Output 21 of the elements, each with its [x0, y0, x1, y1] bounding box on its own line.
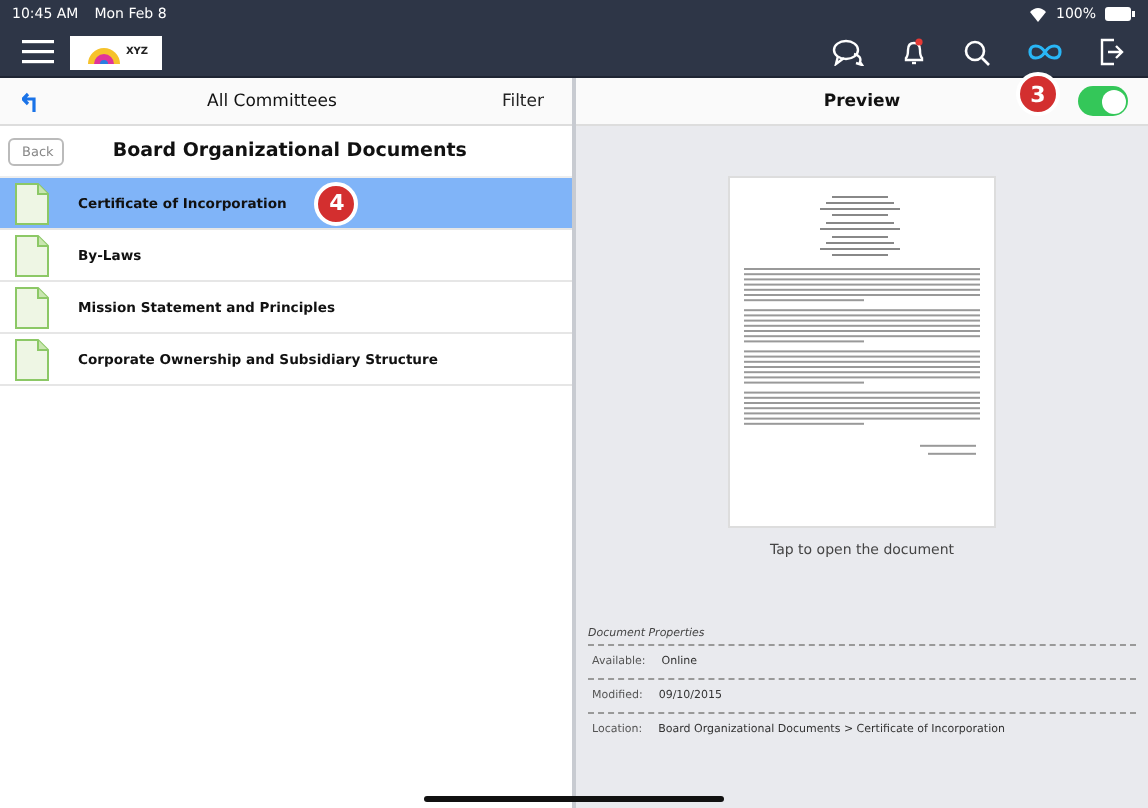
battery-icon — [1104, 6, 1136, 22]
number-badge: 4 — [314, 181, 359, 225]
toggle-switch[interactable] — [1078, 86, 1128, 116]
exit-icon[interactable] — [1100, 38, 1124, 66]
panel-title: Preview — [823, 91, 901, 111]
search-icon[interactable] — [964, 39, 990, 65]
bell-icon[interactable] — [902, 38, 926, 66]
wifi-icon — [1027, 6, 1048, 22]
back-arrow-icon[interactable] — [22, 91, 42, 111]
chat-bubbles-icon[interactable] — [832, 38, 864, 66]
menu-icon[interactable] — [22, 40, 54, 64]
folder-title: Board Organizational Documents — [110, 140, 469, 162]
document-icon — [14, 233, 50, 277]
document-icon — [14, 337, 50, 381]
document-page-drawing[interactable] — [728, 176, 996, 528]
filter-link[interactable]: Filter — [501, 91, 544, 111]
document-icon — [14, 181, 50, 225]
number-badge: 3 — [1016, 72, 1060, 116]
panel-title: All Committees — [205, 91, 339, 111]
infinity-icon[interactable] — [1028, 42, 1062, 62]
document-icon — [14, 285, 50, 329]
